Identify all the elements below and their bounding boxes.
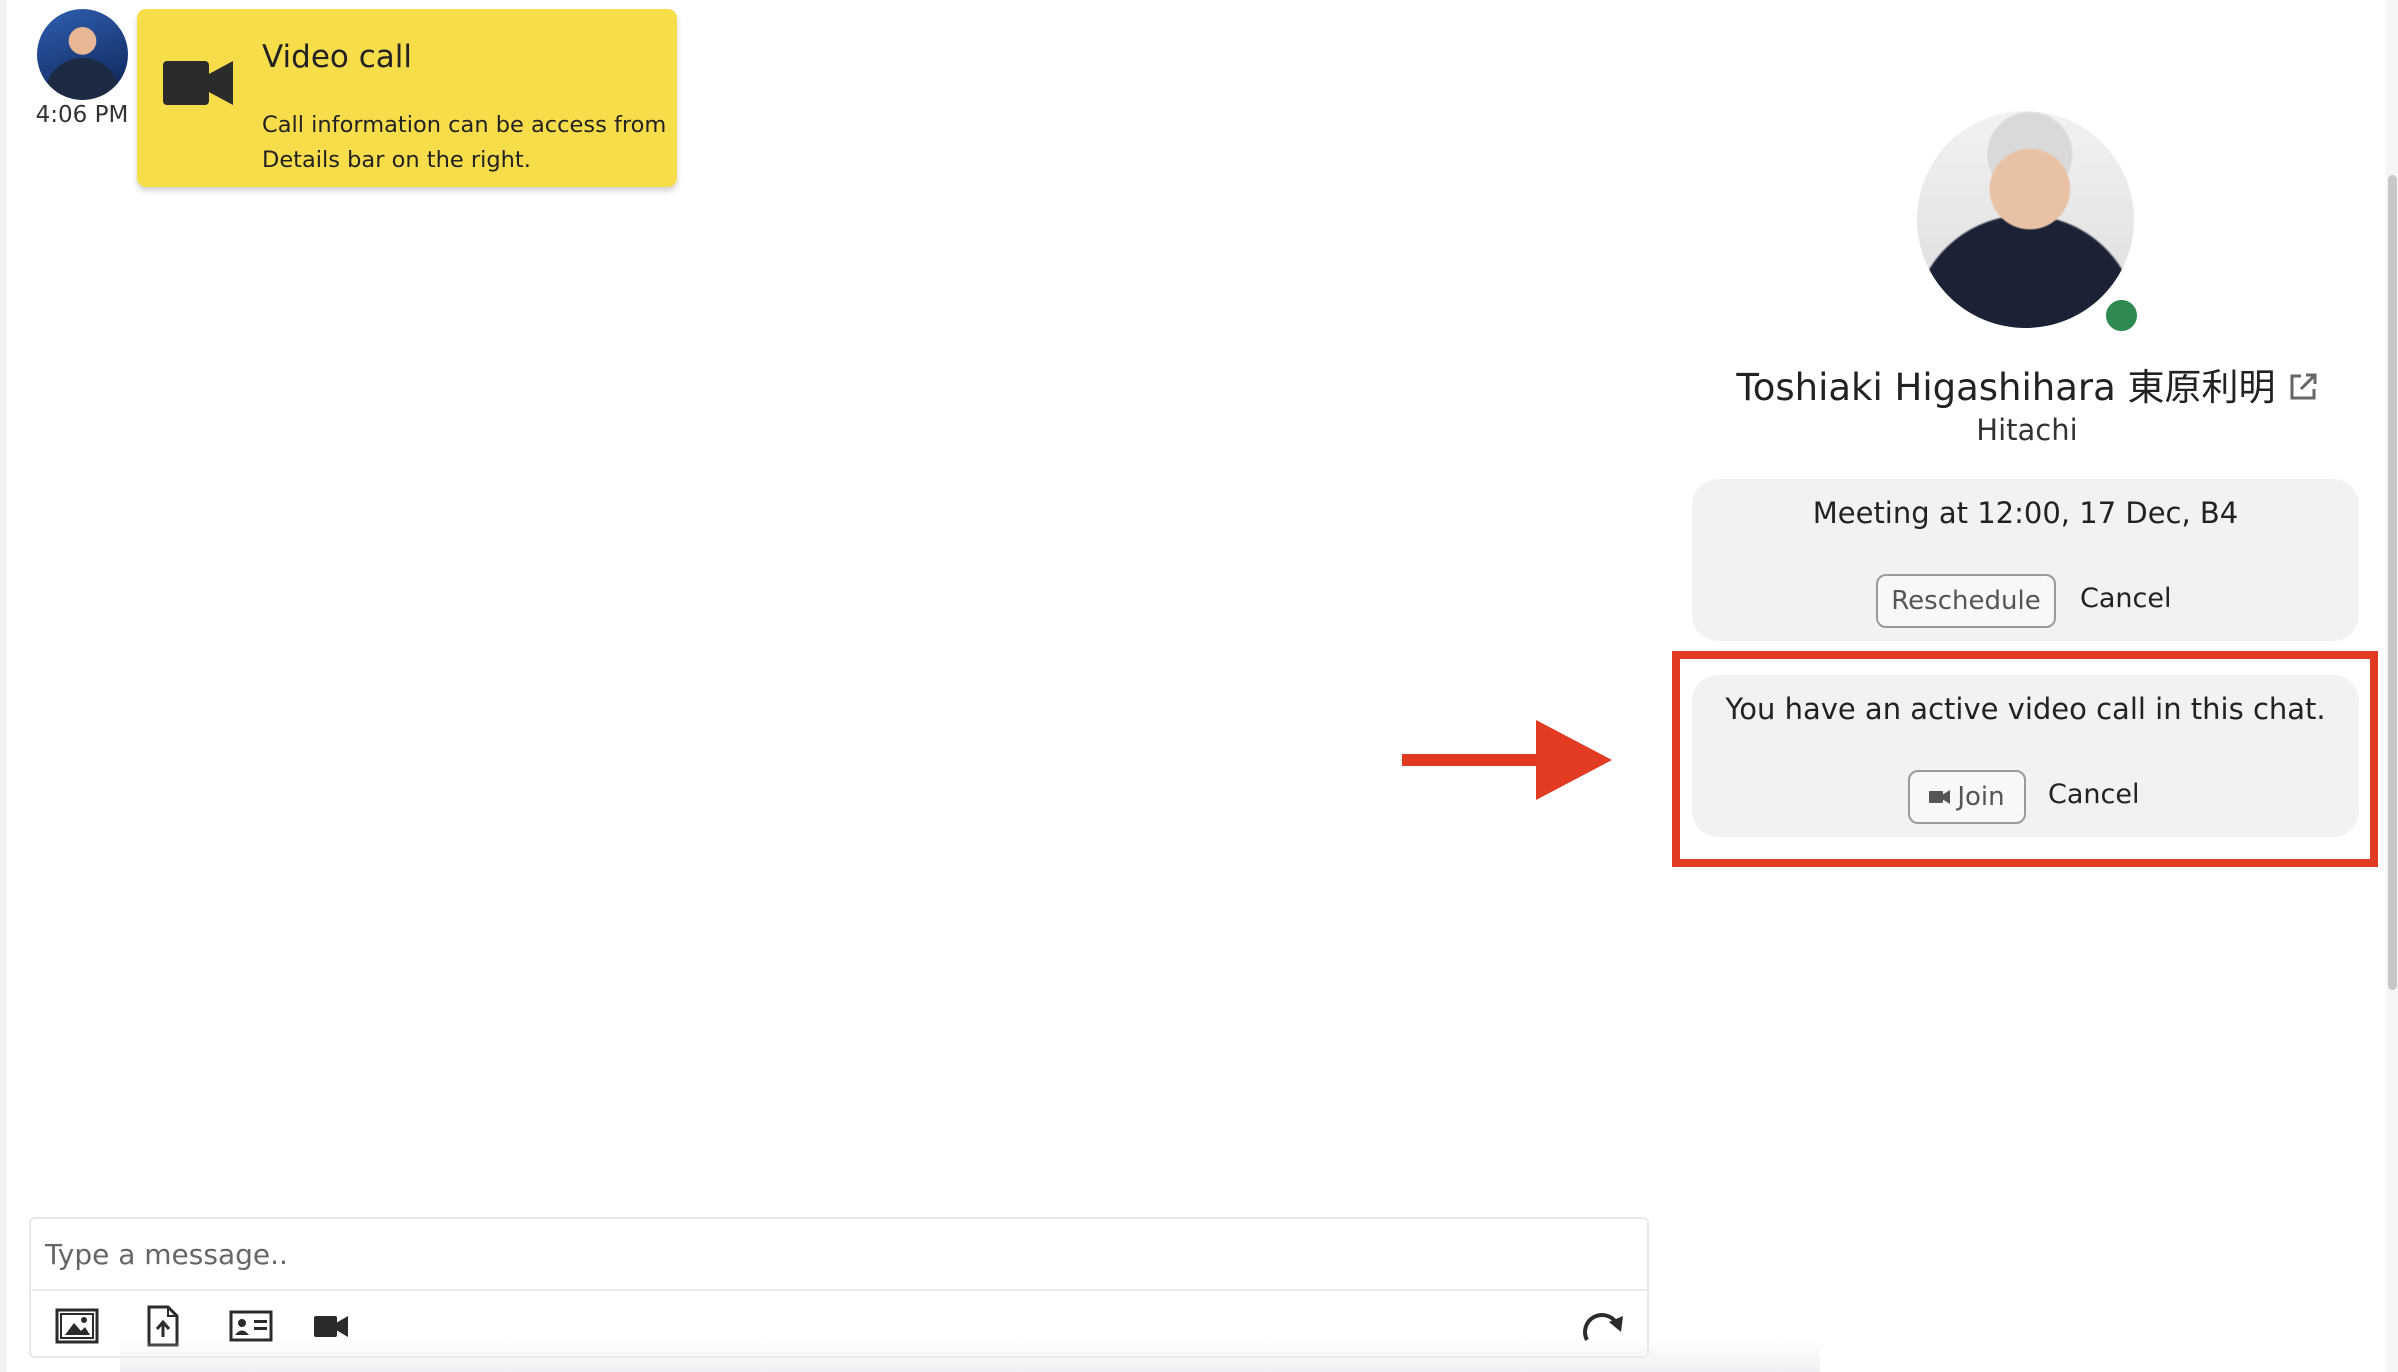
highlight-box — [1672, 651, 2378, 867]
video-call-message[interactable]: Video call Call information can be acces… — [137, 9, 677, 187]
arrow-annotation — [1402, 720, 1612, 800]
meeting-cancel-button[interactable]: Cancel — [2080, 583, 2171, 614]
message-body: Call information can be access from Deta… — [262, 112, 667, 173]
video-camera-icon — [163, 61, 233, 105]
image-upload-icon[interactable] — [53, 1303, 101, 1349]
message-time: 4:06 PM — [35, 102, 129, 128]
message-composer — [29, 1217, 1649, 1358]
sender-avatar[interactable] — [37, 9, 128, 100]
message-title: Video call — [262, 39, 412, 75]
contact-name-row: Toshiaki Higashihara 東原利明 — [1668, 357, 2386, 411]
contact-name: Toshiaki Higashihara 東原利明 — [1736, 366, 2276, 409]
scrollbar-thumb[interactable] — [2388, 175, 2397, 990]
meeting-card: Meeting at 12:00, 17 Dec, B4 Reschedule … — [1692, 479, 2359, 641]
online-status-indicator — [2102, 296, 2141, 335]
reschedule-button[interactable]: Reschedule — [1876, 574, 2056, 628]
message-input[interactable] — [31, 1219, 1647, 1289]
bottom-shadow — [120, 1340, 1820, 1372]
left-edge — [0, 0, 7, 1372]
contact-avatar — [1917, 111, 2134, 328]
external-link-icon[interactable] — [2288, 372, 2318, 402]
composer-divider — [31, 1289, 1647, 1291]
meeting-text: Meeting at 12:00, 17 Dec, B4 — [1812, 496, 2239, 530]
contact-company: Hitachi — [1976, 413, 2078, 447]
